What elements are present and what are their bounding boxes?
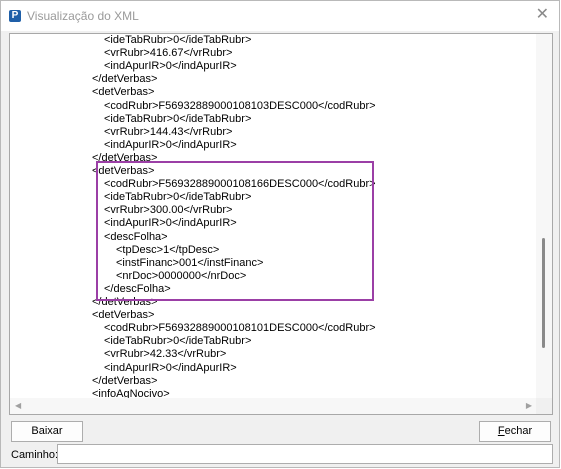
xml-line: <ideTabRubr>0</ideTabRubr> (104, 34, 252, 46)
xml-line: <ideTabRubr>0</ideTabRubr> (104, 112, 252, 125)
xml-line: <vrRubr>42.33</vrRubr> (104, 348, 227, 361)
horizontal-scrollbar[interactable]: ◀ ▶ (10, 398, 538, 414)
xml-line: <indApurIR>0</indApurIR> (104, 60, 237, 73)
scroll-corner (536, 398, 552, 414)
xml-line: <detVerbas> (92, 309, 155, 322)
scroll-right-icon[interactable]: ▶ (526, 398, 532, 414)
window-title: Visualização do XML (27, 9, 139, 23)
path-label: Caminho: (11, 449, 59, 461)
xml-line: <detVerbas> (92, 86, 155, 99)
vertical-scroll-thumb[interactable] (542, 238, 545, 348)
xml-line: </detVerbas> (92, 73, 158, 86)
close-icon[interactable]: ✕ (536, 7, 549, 23)
close-button[interactable]: Fechar (479, 421, 551, 442)
title-bar: P Visualização do XML ✕ (1, 1, 559, 31)
xml-viewer-window: P Visualização do XML ✕ <ideTabRubr>0</i… (0, 0, 560, 468)
xml-line: <vrRubr>144.43</vrRubr> (104, 125, 233, 138)
download-button[interactable]: Baixar (11, 421, 83, 442)
scroll-left-icon[interactable]: ◀ (15, 398, 21, 414)
xml-line: <indApurIR>0</indApurIR> (104, 138, 237, 151)
xml-line: <ideTabRubr>0</ideTabRubr> (104, 335, 252, 348)
xml-line: </detVerbas> (92, 374, 158, 387)
app-icon: P (9, 10, 21, 22)
xml-line: <indApurIR>0</indApurIR> (104, 361, 237, 374)
xml-content-panel[interactable]: <ideTabRubr>0</ideTabRubr> <vrRubr>416.67… (9, 33, 553, 415)
xml-line: <codRubr>F56932889000108103DESC000</codR… (104, 99, 376, 112)
xml-line: <vrRubr>416.67</vrRubr> (104, 47, 233, 60)
vertical-scrollbar[interactable] (536, 34, 552, 400)
xml-line: <codRubr>F56932889000108101DESC000</codR… (104, 322, 376, 335)
highlight-box (96, 161, 374, 301)
path-field[interactable] (57, 444, 553, 464)
